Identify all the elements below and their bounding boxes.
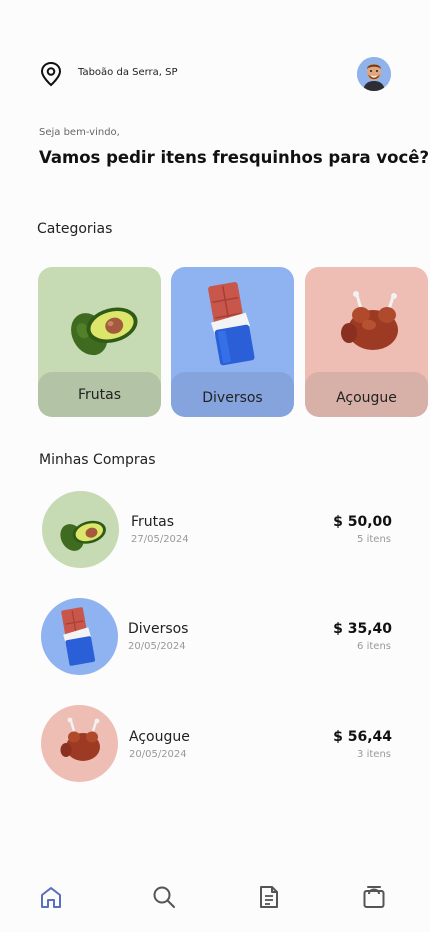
category-card-frutas[interactable]: Frutas bbox=[38, 267, 161, 417]
purchases-title: Minhas Compras bbox=[39, 452, 156, 468]
search-icon[interactable] bbox=[151, 884, 177, 910]
purchase-icon bbox=[42, 491, 119, 568]
purchase-row-diversos[interactable]: Diversos 20/05/2024 $ 35,40 6 itens bbox=[0, 598, 430, 676]
categories-carousel[interactable]: Frutas Diversos Açougue bbox=[38, 267, 430, 417]
category-label: Diversos bbox=[171, 372, 294, 417]
bottom-nav bbox=[0, 876, 430, 920]
category-card-diversos[interactable]: Diversos bbox=[171, 267, 294, 417]
home-icon[interactable] bbox=[38, 884, 64, 910]
avocado-icon bbox=[71, 307, 138, 356]
page-title: Vamos pedir itens fresquinhos para você? bbox=[39, 148, 430, 167]
avatar[interactable] bbox=[357, 57, 391, 91]
chocolate-icon bbox=[208, 282, 255, 366]
bag-icon[interactable] bbox=[361, 884, 387, 910]
purchase-price: $ 35,40 bbox=[333, 621, 392, 637]
purchase-name: Açougue bbox=[129, 729, 190, 745]
category-label: Frutas bbox=[38, 372, 161, 417]
purchase-count: 3 itens bbox=[357, 749, 391, 760]
category-card-acougue[interactable]: Açougue bbox=[305, 267, 428, 417]
purchase-icon bbox=[41, 705, 118, 782]
avocado-icon bbox=[60, 520, 106, 551]
purchase-date: 27/05/2024 bbox=[131, 534, 189, 545]
purchase-row-acougue[interactable]: Açougue 20/05/2024 $ 56,44 3 itens bbox=[0, 705, 430, 783]
categories-title: Categorias bbox=[37, 221, 113, 237]
document-icon[interactable] bbox=[256, 884, 282, 910]
chocolate-icon bbox=[61, 607, 96, 666]
purchase-date: 20/05/2024 bbox=[129, 749, 187, 760]
purchase-price: $ 56,44 bbox=[333, 729, 392, 745]
category-label: Açougue bbox=[305, 372, 428, 417]
welcome-text: Seja bem-vindo, bbox=[39, 127, 120, 138]
location-pin-icon[interactable] bbox=[39, 61, 63, 87]
purchase-name: Frutas bbox=[131, 514, 175, 530]
location-text[interactable]: Taboão da Serra, SP bbox=[78, 67, 178, 78]
purchase-price: $ 50,00 bbox=[333, 514, 392, 530]
purchase-count: 5 itens bbox=[357, 534, 391, 545]
roast-chicken-icon bbox=[60, 717, 100, 761]
purchase-date: 20/05/2024 bbox=[128, 641, 186, 652]
purchase-name: Diversos bbox=[128, 621, 189, 637]
purchase-icon bbox=[41, 598, 118, 675]
purchase-row-frutas[interactable]: Frutas 27/05/2024 $ 50,00 5 itens bbox=[0, 491, 430, 569]
avatar-image bbox=[357, 57, 391, 91]
purchase-count: 6 itens bbox=[357, 641, 391, 652]
roast-chicken-icon bbox=[341, 291, 398, 350]
